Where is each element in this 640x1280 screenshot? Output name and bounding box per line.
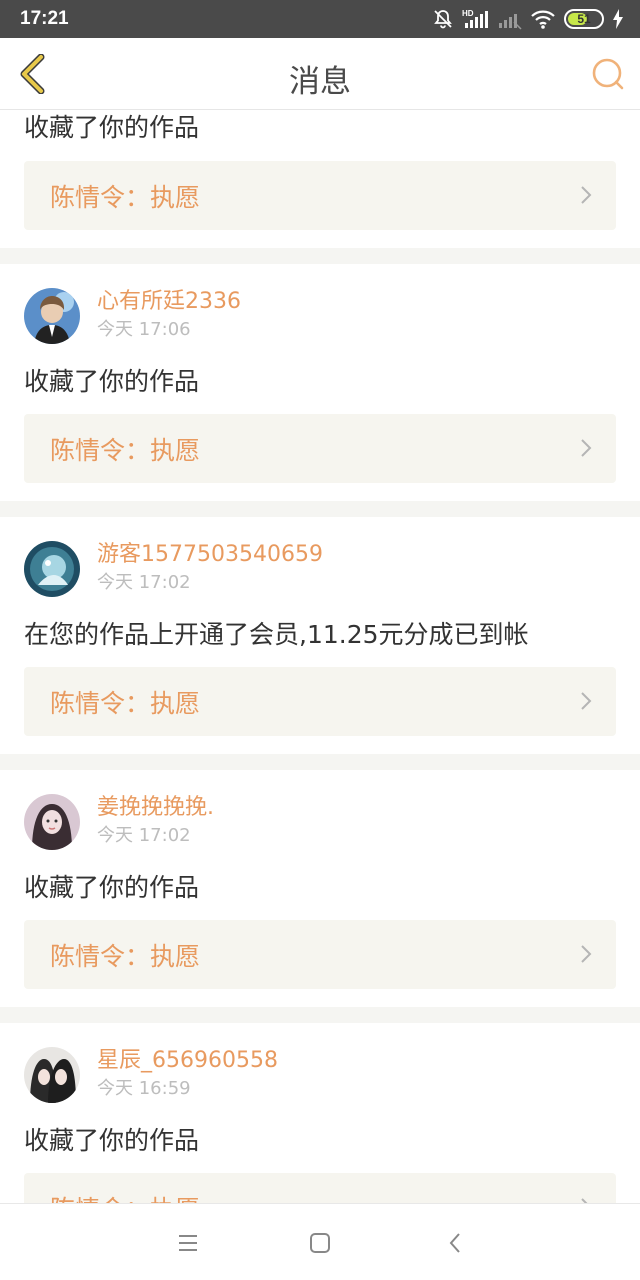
chevron-right-icon [581,945,592,963]
message-time: 今天 17:02 [97,572,191,593]
menu-button[interactable] [173,1228,203,1258]
message-action: 在您的作品上开通了会员,11.25元分成已到帐 [24,620,529,649]
message-action: 收藏了你的作品 [24,873,200,902]
charging-icon [612,8,624,30]
search-button[interactable] [588,54,628,94]
message-card: 游客1577503540659 今天 17:02 在您的作品上开通了会员,11.… [0,517,640,754]
work-title: 陈情令：执愿 [50,688,201,718]
message-card: 姜挽挽挽挽. 今天 17:02 收藏了你的作品 陈情令：执愿 [0,770,640,1007]
search-icon [592,58,624,90]
work-title: 陈情令：执愿 [50,435,201,465]
message-time: 今天 17:06 [97,319,191,340]
work-link[interactable]: 陈情令：执愿 [24,920,616,989]
work-link[interactable]: 陈情令：执愿 [24,1173,616,1203]
avatar[interactable] [24,1047,80,1103]
avatar[interactable] [24,288,80,344]
separator [0,754,640,770]
status-icons: HD 51 [432,7,624,31]
separator [0,248,640,264]
message-card: 心有所廷2336 今天 17:06 收藏了你的作品 陈情令：执愿 [0,264,640,501]
avatar[interactable] [24,794,80,850]
work-link[interactable]: 陈情令：执愿 [24,667,616,736]
menu-icon [179,1235,197,1251]
work-link[interactable]: 陈情令：执愿 [24,161,616,230]
message-action: 收藏了你的作品 [24,113,200,142]
header: 消息 [0,38,640,110]
work-link[interactable]: 陈情令：执愿 [24,414,616,483]
message-action: 收藏了你的作品 [24,367,200,396]
separator [0,1007,640,1023]
separator [0,501,640,517]
page-title: 消息 [289,64,351,100]
hd-signal-icon: HD [462,8,490,30]
message-card: 收藏了你的作品 陈情令：执愿 [0,111,640,248]
system-back-button[interactable] [440,1228,470,1258]
chevron-right-icon [581,439,592,457]
battery-level: 51 [577,12,591,26]
battery-icon: 51 [564,9,604,29]
chevron-right-icon [581,186,592,204]
chevron-right-icon [581,692,592,710]
system-nav-bar [0,1203,640,1280]
back-icon [449,1233,460,1253]
avatar[interactable] [24,541,80,597]
home-button[interactable] [305,1228,335,1258]
user-name[interactable]: 游客1577503540659 [97,541,323,569]
status-bar: 17:21 HD 51 [0,0,640,38]
message-time: 今天 17:02 [97,825,191,846]
message-list[interactable]: 收藏了你的作品 陈情令：执愿 心有所廷2336 今天 17:06 收藏了你的作品… [0,111,640,1203]
message-time: 今天 16:59 [97,1078,191,1099]
user-name[interactable]: 姜挽挽挽挽. [97,794,214,822]
work-title: 陈情令：执愿 [50,182,201,212]
user-name[interactable]: 心有所廷2336 [97,288,241,316]
message-card: 星辰_656960558 今天 16:59 收藏了你的作品 陈情令：执愿 [0,1023,640,1203]
wifi-icon [530,8,556,30]
user-name[interactable]: 星辰_656960558 [97,1047,278,1075]
message-action: 收藏了你的作品 [24,1126,200,1155]
home-icon [310,1233,330,1253]
bell-muted-icon [432,8,454,30]
signal-weak-icon [498,8,522,30]
work-title: 陈情令：执愿 [50,1190,200,1204]
work-title: 陈情令：执愿 [50,941,201,971]
status-time: 17:21 [20,8,69,29]
svg-text:HD: HD [462,9,474,18]
